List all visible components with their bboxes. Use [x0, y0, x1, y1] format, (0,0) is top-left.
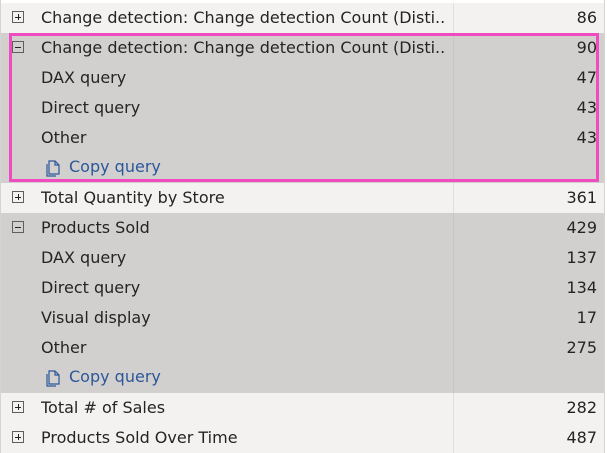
- expand-icon[interactable]: [12, 191, 24, 203]
- column-divider: [453, 123, 454, 153]
- table-row: DAX query 47: [1, 63, 604, 93]
- row-label: Change detection: Change detection Count…: [41, 38, 446, 57]
- row-label: DAX query: [41, 248, 127, 267]
- column-divider: [453, 303, 454, 333]
- column-divider: [453, 213, 454, 243]
- table-row: Copy query: [1, 153, 604, 183]
- table-row: Visual display 17: [1, 303, 604, 333]
- row-value: 43: [576, 128, 597, 147]
- row-value: 90: [576, 38, 597, 57]
- row-label: Other: [41, 128, 87, 147]
- row-label: Products Sold Over Time: [41, 428, 238, 447]
- collapse-icon[interactable]: [12, 41, 24, 53]
- row-label: Direct query: [41, 98, 141, 117]
- collapse-icon[interactable]: [12, 221, 24, 233]
- table-row[interactable]: Products Sold 429: [1, 213, 604, 243]
- row-value: 429: [566, 218, 597, 237]
- row-value: 282: [566, 398, 597, 417]
- table-row: Direct query 43: [1, 93, 604, 123]
- row-value: 487: [566, 428, 597, 447]
- row-label: Total Quantity by Store: [41, 188, 225, 207]
- table-row[interactable]: Total # of Sales 282: [1, 393, 604, 423]
- expand-icon[interactable]: [12, 11, 24, 23]
- row-label: Total # of Sales: [41, 398, 166, 417]
- row-value: 47: [576, 68, 597, 87]
- table-row: Other 43: [1, 123, 604, 153]
- column-divider: [453, 363, 454, 393]
- table-row: Copy query: [1, 363, 604, 393]
- column-divider: [453, 33, 454, 63]
- row-value: 134: [566, 278, 597, 297]
- table-row[interactable]: Total Quantity by Store 361: [1, 183, 604, 213]
- table-row: Other 275: [1, 333, 604, 363]
- row-label: Direct query: [41, 278, 141, 297]
- column-divider: [453, 93, 454, 123]
- copy-icon: [46, 160, 60, 177]
- column-divider: [453, 423, 454, 453]
- table-row[interactable]: Products Sold Over Time 487: [1, 423, 604, 453]
- expand-icon[interactable]: [12, 431, 24, 443]
- row-value: 361: [566, 188, 597, 207]
- column-divider: [453, 333, 454, 363]
- table-row[interactable]: Change detection: Change detection Count…: [1, 3, 604, 33]
- row-value: 86: [576, 8, 597, 27]
- column-divider: [453, 393, 454, 423]
- copy-query-label: Copy query: [69, 157, 161, 176]
- table-row[interactable]: Change detection: Change detection Count…: [1, 33, 604, 63]
- column-divider: [453, 3, 454, 33]
- column-divider: [453, 243, 454, 273]
- copy-query-label: Copy query: [69, 367, 161, 386]
- column-divider: [453, 273, 454, 303]
- row-value: 137: [566, 248, 597, 267]
- column-divider: [453, 183, 454, 213]
- performance-analyzer-table: Change detection: Change detection Count…: [0, 0, 605, 453]
- row-label: Products Sold: [41, 218, 150, 237]
- column-divider: [453, 63, 454, 93]
- row-value: 275: [566, 338, 597, 357]
- expand-icon[interactable]: [12, 401, 24, 413]
- table-row: DAX query 137: [1, 243, 604, 273]
- row-label: Visual display: [41, 308, 151, 327]
- row-value: 43: [576, 98, 597, 117]
- table-row: Direct query 134: [1, 273, 604, 303]
- row-label: DAX query: [41, 68, 127, 87]
- copy-icon: [46, 370, 60, 387]
- column-divider: [453, 153, 454, 183]
- row-value: 17: [576, 308, 597, 327]
- row-label: Change detection: Change detection Count…: [41, 8, 446, 27]
- row-label: Other: [41, 338, 87, 357]
